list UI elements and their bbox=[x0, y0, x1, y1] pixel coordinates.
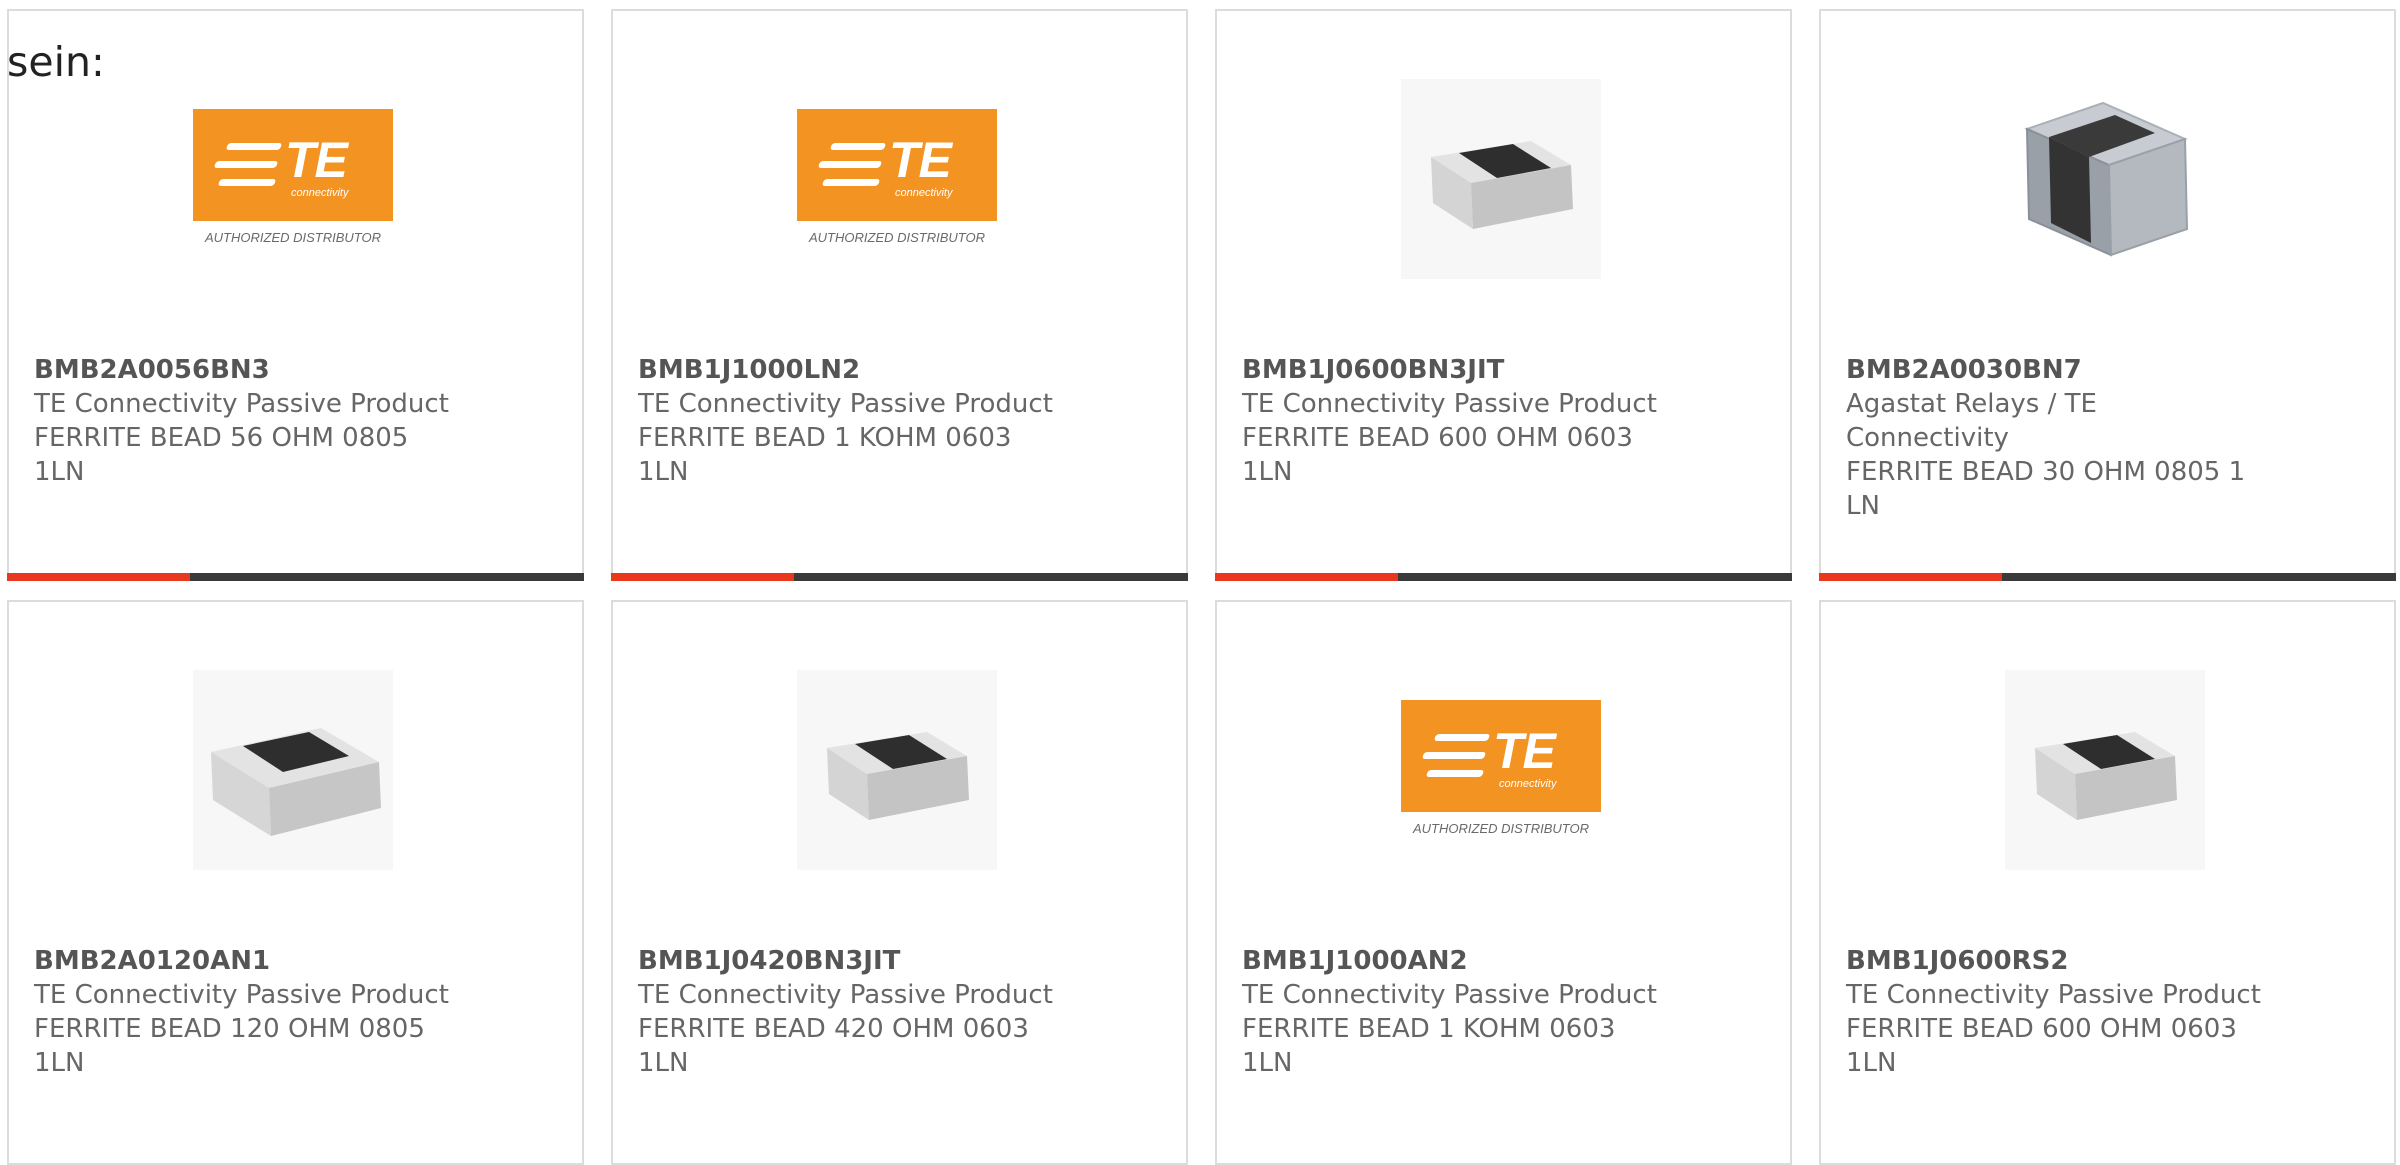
manufacturer: TE Connectivity Passive Product bbox=[638, 389, 1053, 419]
product-card[interactable]: BMB1J0420BN3JIT TE Connectivity Passive … bbox=[611, 600, 1188, 1165]
description: FERRITE BEAD 30 OHM 0805 1 LN bbox=[1846, 457, 2246, 521]
product-image-te-logo[interactable]: TE connectivity AUTHORIZED DISTRIBUTOR bbox=[797, 79, 997, 279]
part-number-link[interactable]: BMB1J0600BN3JIT bbox=[1242, 353, 1662, 387]
product-image-chip[interactable] bbox=[1401, 79, 1601, 279]
product-card[interactable]: TE connectivity AUTHORIZED DISTRIBUTOR B… bbox=[611, 9, 1188, 581]
product-card[interactable]: BMB2A0030BN7 Agastat Relays / TE Connect… bbox=[1819, 9, 2396, 581]
card-accent-bar bbox=[7, 573, 584, 581]
card-accent-bar bbox=[611, 573, 1188, 581]
description: FERRITE BEAD 1 KOHM 0603 1LN bbox=[638, 423, 1012, 487]
ferrite-chip-icon bbox=[193, 670, 393, 870]
part-number-link[interactable]: BMB1J0600RS2 bbox=[1846, 944, 2266, 978]
part-number-link[interactable]: BMB2A0056BN3 bbox=[34, 353, 454, 387]
ferrite-chip-rounded-icon bbox=[2005, 79, 2205, 279]
manufacturer: TE Connectivity Passive Product bbox=[34, 389, 449, 419]
manufacturer: TE Connectivity Passive Product bbox=[638, 980, 1053, 1010]
product-image-te-logo[interactable]: TE connectivity AUTHORIZED DISTRIBUTOR bbox=[1401, 670, 1601, 870]
manufacturer: Agastat Relays / TE Connectivity bbox=[1846, 389, 2097, 453]
te-logo-icon: TE connectivity AUTHORIZED DISTRIBUTOR bbox=[193, 109, 393, 249]
product-card[interactable]: BMB1J0600RS2 TE Connectivity Passive Pro… bbox=[1819, 600, 2396, 1165]
manufacturer: TE Connectivity Passive Product bbox=[1242, 980, 1657, 1010]
product-card[interactable]: TE connectivity AUTHORIZED DISTRIBUTOR B… bbox=[1215, 600, 1792, 1165]
description: FERRITE BEAD 56 OHM 0805 1LN bbox=[34, 423, 409, 487]
product-card[interactable]: BMB1J0600BN3JIT TE Connectivity Passive … bbox=[1215, 9, 1792, 581]
part-number-link[interactable]: BMB1J1000AN2 bbox=[1242, 944, 1662, 978]
card-accent-bar bbox=[1819, 573, 2396, 581]
description: FERRITE BEAD 1 KOHM 0603 1LN bbox=[1242, 1014, 1616, 1078]
description: FERRITE BEAD 120 OHM 0805 1LN bbox=[34, 1014, 425, 1078]
manufacturer: TE Connectivity Passive Product bbox=[1846, 980, 2261, 1010]
manufacturer: TE Connectivity Passive Product bbox=[1242, 389, 1657, 419]
product-image-chip[interactable] bbox=[797, 670, 997, 870]
product-card[interactable]: TE connectivity AUTHORIZED DISTRIBUTOR B… bbox=[7, 9, 584, 581]
ferrite-chip-icon bbox=[2005, 670, 2205, 870]
intro-text: sein: bbox=[7, 38, 105, 86]
product-image-chip[interactable] bbox=[2005, 79, 2205, 279]
te-logo-icon: TE connectivity AUTHORIZED DISTRIBUTOR bbox=[797, 109, 997, 249]
te-logo-icon: TE connectivity AUTHORIZED DISTRIBUTOR bbox=[1401, 700, 1601, 840]
description: FERRITE BEAD 420 OHM 0603 1LN bbox=[638, 1014, 1029, 1078]
ferrite-chip-icon bbox=[1401, 79, 1601, 279]
manufacturer: TE Connectivity Passive Product bbox=[34, 980, 449, 1010]
description: FERRITE BEAD 600 OHM 0603 1LN bbox=[1242, 423, 1633, 487]
part-number-link[interactable]: BMB2A0120AN1 bbox=[34, 944, 454, 978]
part-number-link[interactable]: BMB2A0030BN7 bbox=[1846, 353, 2266, 387]
description: FERRITE BEAD 600 OHM 0603 1LN bbox=[1846, 1014, 2237, 1078]
product-image-chip[interactable] bbox=[193, 670, 393, 870]
product-card[interactable]: BMB2A0120AN1 TE Connectivity Passive Pro… bbox=[7, 600, 584, 1165]
ferrite-chip-icon bbox=[797, 670, 997, 870]
product-image-te-logo[interactable]: TE connectivity AUTHORIZED DISTRIBUTOR bbox=[193, 79, 393, 279]
product-image-chip[interactable] bbox=[2005, 670, 2205, 870]
card-accent-bar bbox=[1215, 573, 1792, 581]
part-number-link[interactable]: BMB1J1000LN2 bbox=[638, 353, 1058, 387]
part-number-link[interactable]: BMB1J0420BN3JIT bbox=[638, 944, 1058, 978]
